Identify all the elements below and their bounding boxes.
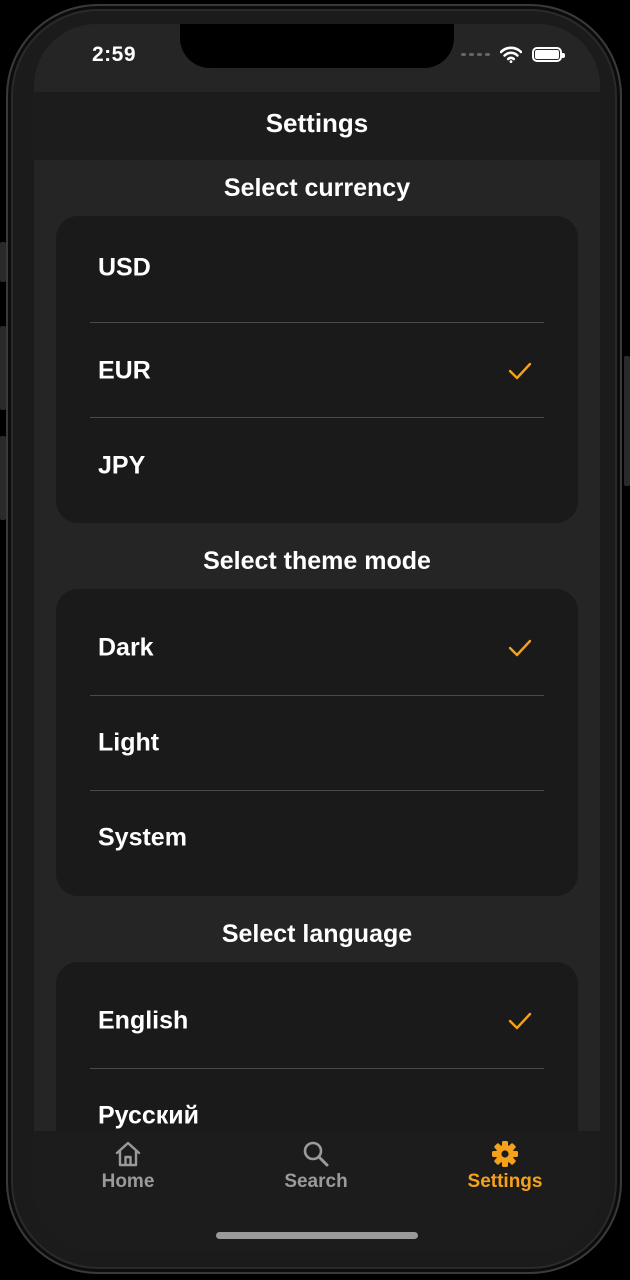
option-label: Light — [98, 728, 160, 756]
navigation-bar: Settings — [34, 92, 600, 160]
tab-bar: Home Search Settings — [34, 1131, 600, 1252]
checkmark-icon — [508, 1012, 532, 1029]
section-title-currency: Select currency — [223, 174, 411, 202]
theme-card: Dark Light System — [56, 589, 578, 896]
tab-label: Settings — [467, 1171, 543, 1192]
option-label: Dark — [98, 633, 154, 661]
home-icon — [115, 1141, 141, 1167]
option-light[interactable]: Light — [56, 695, 578, 790]
cellular-signal-icon — [461, 53, 490, 56]
option-label: English — [98, 1006, 189, 1034]
wifi-icon — [500, 46, 522, 63]
status-icons — [461, 46, 565, 63]
power-button — [624, 356, 630, 486]
tab-settings[interactable]: Settings — [445, 1139, 565, 1193]
battery-icon — [532, 47, 565, 62]
option-dark[interactable]: Dark — [56, 600, 578, 695]
screen: 2:59 Settings Select currency USD EUR JP… — [34, 24, 600, 1252]
currency-card: USD EUR JPY — [56, 216, 578, 523]
option-label: System — [98, 823, 187, 851]
option-english[interactable]: English — [56, 973, 578, 1068]
gear-icon — [492, 1141, 518, 1167]
option-label: Русский — [98, 1101, 200, 1129]
search-icon — [303, 1141, 329, 1167]
option-label: EUR — [98, 356, 151, 384]
section-title-theme: Select theme mode — [203, 547, 431, 575]
tab-label: Home — [101, 1171, 155, 1192]
tab-search[interactable]: Search — [256, 1139, 376, 1193]
option-usd[interactable]: USD — [56, 220, 578, 315]
checkmark-icon — [508, 639, 532, 656]
tab-label: Search — [284, 1171, 348, 1192]
mute-switch — [0, 242, 6, 282]
volume-down-button — [0, 436, 6, 520]
option-jpy[interactable]: JPY — [56, 418, 578, 513]
notch — [180, 24, 454, 68]
page-title: Settings — [265, 108, 369, 138]
option-eur[interactable]: EUR — [56, 323, 578, 418]
checkmark-icon — [508, 362, 532, 379]
tab-home[interactable]: Home — [68, 1139, 188, 1193]
volume-up-button — [0, 326, 6, 410]
option-label: JPY — [98, 451, 146, 479]
option-system[interactable]: System — [56, 790, 578, 885]
section-title-language: Select language — [221, 920, 413, 948]
home-indicator[interactable] — [216, 1232, 418, 1239]
status-time: 2:59 — [92, 43, 137, 66]
option-label: USD — [98, 253, 151, 281]
